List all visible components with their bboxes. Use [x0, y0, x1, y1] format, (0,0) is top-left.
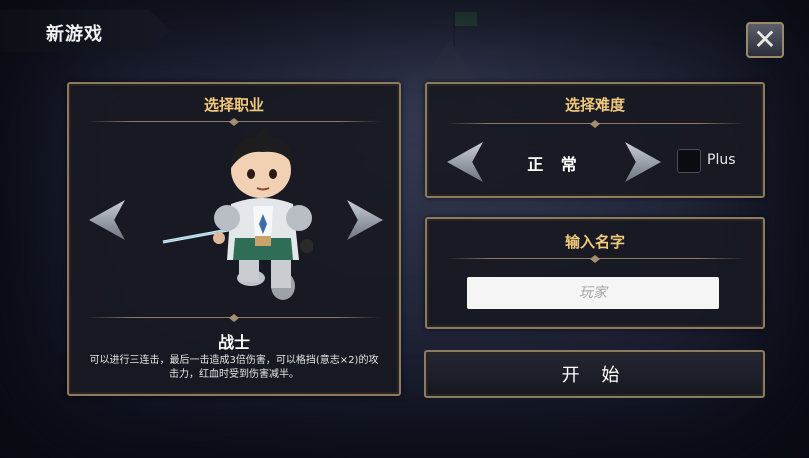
difficulty-panel-title: 选择难度 [564, 96, 625, 114]
class-prev-button[interactable] [89, 200, 125, 240]
class-panel-title: 选择职业 [203, 96, 264, 114]
class-next-button[interactable] [347, 200, 383, 240]
plus-label: Plus [707, 152, 736, 168]
close-button[interactable]: ✕ [746, 22, 784, 58]
difficulty-panel-divider [445, 120, 745, 128]
difficulty-panel: 选择难度 [425, 82, 765, 198]
class-name: 战士 [217, 333, 250, 352]
class-panel-divider-top [87, 118, 381, 126]
name-input[interactable] [467, 277, 719, 309]
difficulty-value: 正 常 [527, 155, 583, 174]
class-panel-divider-bottom [87, 314, 381, 322]
difficulty-next-button[interactable] [625, 142, 661, 182]
difficulty-prev-button[interactable] [447, 142, 483, 182]
plus-checkbox[interactable] [677, 149, 701, 173]
start-button-label: 开 始 [561, 365, 628, 386]
start-button[interactable]: 开 始 [424, 350, 765, 398]
class-description: 可以进行三连击，最后一击造成3倍伤害，可以格挡(意志×2)的攻击力，红血时受到伤… [89, 355, 379, 380]
class-panel: 选择职业 战士 可以进行三连击，最后一击造成3倍伤害，可以格挡(意志×2)的攻击… [67, 82, 401, 396]
name-panel: 输入名字 [425, 217, 765, 329]
name-panel-title: 输入名字 [564, 233, 625, 251]
page-title: 新游戏 [46, 24, 103, 45]
name-panel-divider [445, 255, 745, 263]
close-icon: ✕ [753, 23, 777, 56]
warrior-character-portrait [162, 128, 313, 300]
